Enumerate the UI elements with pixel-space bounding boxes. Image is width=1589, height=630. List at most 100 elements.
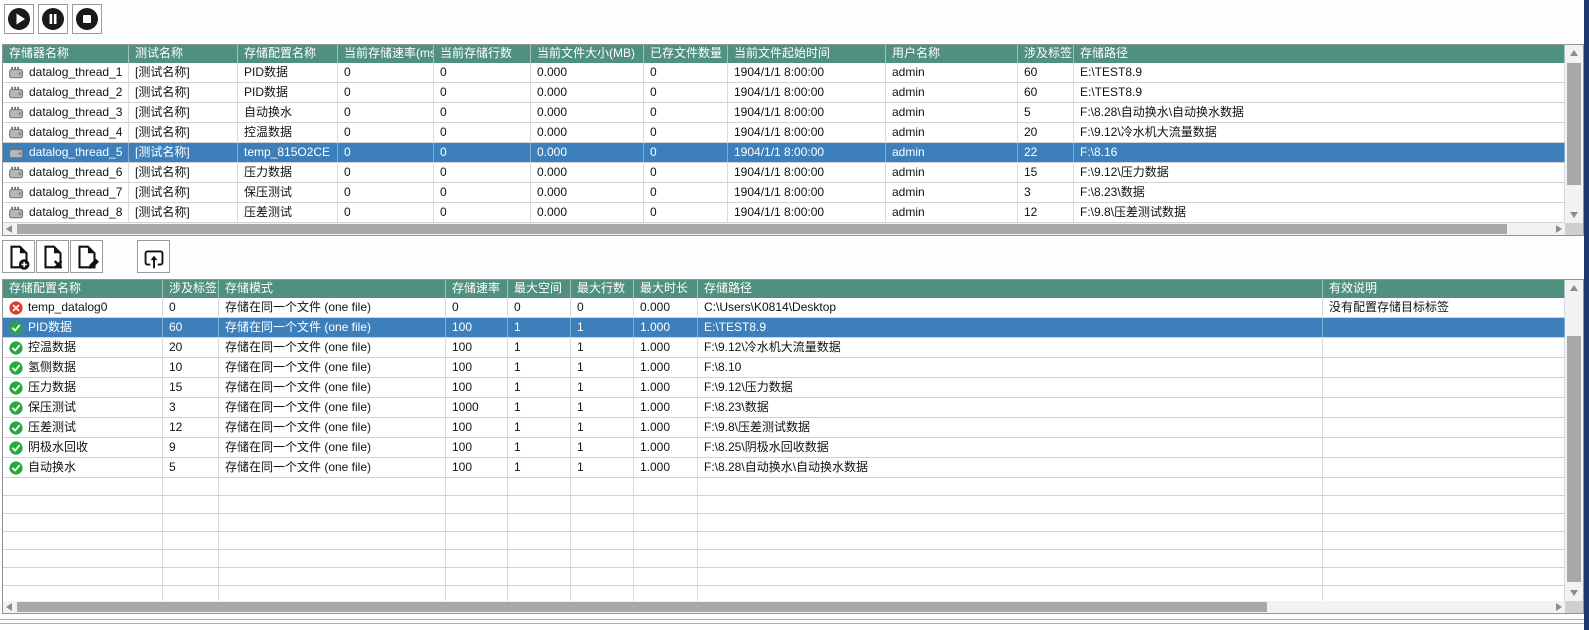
cell: 存储在同一个文件 (one file): [219, 398, 446, 417]
cell: 0.000: [531, 163, 644, 182]
scrollbar-track[interactable]: [15, 223, 1553, 235]
cell: 0.000: [531, 83, 644, 102]
scrollbar-thumb[interactable]: [1567, 336, 1581, 582]
table-row[interactable]: 压力数据15存储在同一个文件 (one file)100111.000F:\9.…: [3, 378, 1565, 398]
cell: 0: [338, 63, 434, 82]
scrollbar-thumb[interactable]: [17, 224, 1507, 234]
cell: [219, 514, 446, 531]
edit-config-button[interactable]: [70, 240, 103, 273]
cell: 1.000: [634, 398, 698, 417]
scroll-down-arrow[interactable]: [1568, 209, 1580, 221]
cell: 存储在同一个文件 (one file): [219, 338, 446, 357]
cell: [634, 586, 698, 601]
apply-config-button[interactable]: [137, 240, 170, 273]
cell: [3, 532, 163, 549]
column-header: 存储路径: [698, 280, 1323, 298]
cell: datalog_thread_7: [3, 183, 129, 202]
cell: 60: [163, 318, 219, 337]
column-header: 当前存储速率(ms): [338, 45, 434, 63]
logger-horizontal-scrollbar[interactable]: [3, 223, 1583, 235]
cell: 1.000: [634, 418, 698, 437]
table-row[interactable]: datalog_thread_4[测试名称]控温数据000.00001904/1…: [3, 123, 1565, 143]
cell: 0: [644, 143, 728, 162]
table-row[interactable]: datalog_thread_2[测试名称]PID数据000.00001904/…: [3, 83, 1565, 103]
config-vertical-scrollbar[interactable]: [1565, 280, 1583, 601]
cell: 0: [338, 83, 434, 102]
cell: admin: [886, 103, 1018, 122]
cell: 1904/1/1 8:00:00: [728, 63, 886, 82]
column-header: 涉及标签: [1018, 45, 1074, 63]
cell: [1323, 418, 1565, 437]
cell: 0.000: [634, 298, 698, 317]
cell: 1904/1/1 8:00:00: [728, 163, 886, 182]
cell: 存储在同一个文件 (one file): [219, 418, 446, 437]
config-horizontal-scrollbar[interactable]: [3, 601, 1583, 613]
scroll-left-arrow[interactable]: [3, 601, 15, 613]
cell: [508, 496, 571, 513]
cell: datalog_thread_3: [3, 103, 129, 122]
table-row[interactable]: 压差测试12存储在同一个文件 (one file)100111.000F:\9.…: [3, 418, 1565, 438]
scroll-right-arrow[interactable]: [1553, 223, 1565, 235]
table-row[interactable]: datalog_thread_6[测试名称]压力数据000.00001904/1…: [3, 163, 1565, 183]
cell: 1904/1/1 8:00:00: [728, 83, 886, 102]
table-row[interactable]: datalog_thread_8[测试名称]压差测试000.00001904/1…: [3, 203, 1565, 223]
cell: [1323, 338, 1565, 357]
pause-button[interactable]: [38, 4, 68, 34]
table-row[interactable]: datalog_thread_7[测试名称]保压测试000.00001904/1…: [3, 183, 1565, 203]
table-row[interactable]: 阴极水回收9存储在同一个文件 (one file)100111.000F:\8.…: [3, 438, 1565, 458]
cell: 100: [446, 458, 508, 477]
table-row: [3, 496, 1565, 514]
cell: [163, 586, 219, 601]
cell: datalog_thread_6: [3, 163, 129, 182]
cell: [219, 586, 446, 601]
cell: 22: [1018, 143, 1074, 162]
cell: 0: [644, 63, 728, 82]
window-edge: [1584, 0, 1589, 630]
table-row[interactable]: 保压测试3存储在同一个文件 (one file)1000111.000F:\8.…: [3, 398, 1565, 418]
stop-button[interactable]: [72, 4, 102, 34]
cell: [508, 478, 571, 495]
table-row[interactable]: 自动换水5存储在同一个文件 (one file)100111.000F:\8.2…: [3, 458, 1565, 478]
cell: [1323, 358, 1565, 377]
cell: 100: [446, 378, 508, 397]
delete-config-button[interactable]: [36, 240, 69, 273]
table-row: [3, 478, 1565, 496]
cell: [508, 568, 571, 585]
cell: F:\8.25\阴极水回收数据: [698, 438, 1323, 457]
table-row[interactable]: datalog_thread_1[测试名称]PID数据000.00001904/…: [3, 63, 1565, 83]
table-row[interactable]: temp_datalog00存储在同一个文件 (one file)0000.00…: [3, 298, 1565, 318]
cell: F:\8.28\自动换水\自动换水数据: [1074, 103, 1565, 122]
cell: 压力数据: [238, 163, 338, 182]
table-row[interactable]: datalog_thread_3[测试名称]自动换水000.00001904/1…: [3, 103, 1565, 123]
cell: [测试名称]: [129, 103, 238, 122]
table-row[interactable]: 控温数据20存储在同一个文件 (one file)100111.000F:\9.…: [3, 338, 1565, 358]
cell: 1: [571, 418, 634, 437]
cell: 控温数据: [3, 338, 163, 357]
cell: F:\9.8\压差测试数据: [698, 418, 1323, 437]
cell: [446, 568, 508, 585]
logger-vertical-scrollbar[interactable]: [1565, 45, 1583, 223]
cell: 0: [338, 143, 434, 162]
scrollbar-track[interactable]: [15, 601, 1553, 613]
cell: 100: [446, 318, 508, 337]
table-row[interactable]: 氢侧数据10存储在同一个文件 (one file)100111.000F:\8.…: [3, 358, 1565, 378]
scroll-down-arrow[interactable]: [1568, 587, 1580, 599]
cell: [1323, 378, 1565, 397]
start-button[interactable]: [4, 4, 34, 34]
scroll-left-arrow[interactable]: [3, 223, 15, 235]
table-row[interactable]: datalog_thread_5[测试名称]temp_815O2CE000.00…: [3, 143, 1565, 163]
scroll-right-arrow[interactable]: [1553, 601, 1565, 613]
cell: 存储在同一个文件 (one file): [219, 358, 446, 377]
scrollbar-thumb[interactable]: [17, 602, 1267, 612]
cell: 0: [644, 183, 728, 202]
cell: 1: [571, 358, 634, 377]
cell: F:\8.23\数据: [698, 398, 1323, 417]
scroll-up-arrow[interactable]: [1568, 282, 1580, 294]
scroll-up-arrow[interactable]: [1568, 47, 1580, 59]
table-row[interactable]: PID数据60存储在同一个文件 (one file)100111.000E:\T…: [3, 318, 1565, 338]
cell: [1323, 550, 1565, 567]
scrollbar-thumb[interactable]: [1567, 63, 1581, 185]
add-config-button[interactable]: [2, 240, 35, 273]
cell: 存储在同一个文件 (one file): [219, 298, 446, 317]
cell: [3, 496, 163, 513]
